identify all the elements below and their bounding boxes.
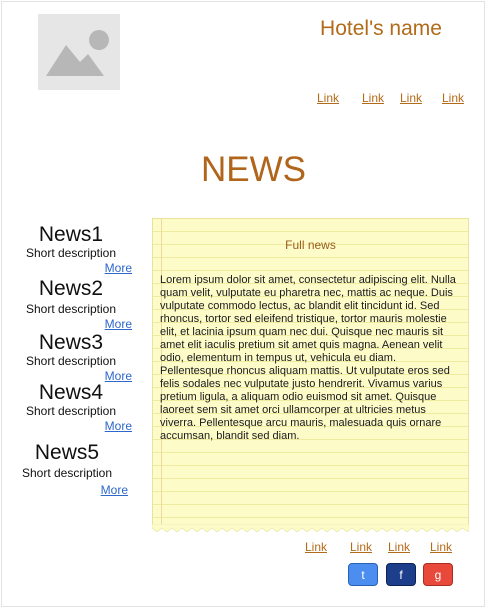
news-list-item: News1 Short description More xyxy=(10,224,132,276)
news-item-more-link[interactable]: More xyxy=(10,418,132,434)
torn-paper-edge xyxy=(152,524,469,532)
footer-nav-link-4[interactable]: Link xyxy=(430,540,452,554)
news-item-description: Short description xyxy=(25,302,117,316)
top-nav-link-4[interactable]: Link xyxy=(442,91,464,105)
facebook-icon[interactable]: f xyxy=(386,563,416,586)
full-news-title: Full news xyxy=(285,238,336,252)
page-title: NEWS xyxy=(201,150,306,189)
news-item-title: News4 xyxy=(38,381,104,404)
full-news-body: Lorem ipsum dolor sit amet, consectetur … xyxy=(160,274,456,442)
news-item-more-link[interactable]: More xyxy=(6,482,128,498)
top-nav-link-2[interactable]: Link xyxy=(362,91,384,105)
footer-nav-link-3[interactable]: Link xyxy=(388,540,410,554)
image-placeholder-icon xyxy=(46,30,109,76)
news-list-item: News4 Short description More xyxy=(10,382,132,434)
news-list-item: News3 Short description More xyxy=(10,332,132,384)
news-item-description: Short description xyxy=(25,354,117,368)
top-nav-link-3[interactable]: Link xyxy=(400,91,422,105)
hotel-name: Hotel's name xyxy=(320,17,442,40)
news-list-item: News2 Short description More xyxy=(10,278,132,332)
news-item-title: News5 xyxy=(34,441,100,464)
news-item-more-link[interactable]: More xyxy=(10,316,132,332)
news-item-title: News3 xyxy=(38,331,104,354)
footer-nav-link-2[interactable]: Link xyxy=(350,540,372,554)
twitter-icon[interactable]: t xyxy=(348,563,378,586)
news-item-more-link[interactable]: More xyxy=(10,260,132,276)
news-item-description: Short description xyxy=(25,404,117,418)
news-item-description: Short description xyxy=(21,466,113,480)
news-list-item: News5 Short description More xyxy=(6,442,128,498)
top-nav-link-1[interactable]: Link xyxy=(317,91,339,105)
full-news-panel: Full news Lorem ipsum dolor sit amet, co… xyxy=(152,218,469,532)
footer-nav-link-1[interactable]: Link xyxy=(305,540,327,554)
news-item-title: News1 xyxy=(38,223,104,246)
google-plus-icon[interactable]: g xyxy=(423,563,453,586)
news-item-title: News2 xyxy=(38,277,104,300)
hotel-logo-placeholder xyxy=(38,14,120,90)
news-item-description: Short description xyxy=(25,246,117,260)
